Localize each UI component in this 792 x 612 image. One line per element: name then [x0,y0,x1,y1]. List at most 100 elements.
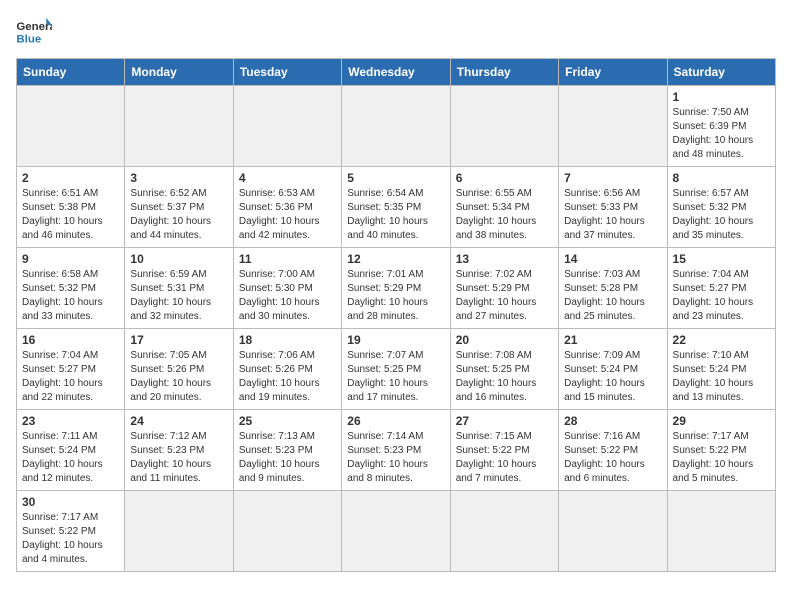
day-info: Sunrise: 7:02 AM Sunset: 5:29 PM Dayligh… [456,268,553,324]
calendar-cell [450,491,558,572]
calendar-cell: 4Sunrise: 6:53 AM Sunset: 5:36 PM Daylig… [233,167,341,248]
day-info: Sunrise: 6:58 AM Sunset: 5:32 PM Dayligh… [22,268,119,324]
calendar-cell: 25 Sunrise: 7:13 AM Sunset: 5:23 PM Dayli… [233,410,341,491]
calendar-week-row: 1Sunrise: 7:50 AM Sunset: 6:39 PM Daylig… [17,86,776,167]
calendar-cell [125,86,233,167]
day-number: 11 [239,252,336,266]
day-number: 6 [456,171,553,185]
calendar-week-row: 16 Sunrise: 7:04 AM Sunset: 5:27 PM Dayli… [17,329,776,410]
calendar-cell [17,86,125,167]
day-info: Sunrise: 7:04 AM Sunset: 5:27 PM Dayligh… [673,268,770,324]
day-number: 29 [673,414,770,428]
calendar-cell: 3 Sunrise: 6:52 AM Sunset: 5:37 PM Daylig… [125,167,233,248]
day-number: 30 [22,495,119,509]
day-info: Sunrise: 7:10 AM Sunset: 5:24 PM Dayligh… [673,349,770,405]
day-info: Sunrise: 7:13 AM Sunset: 5:23 PM Dayligh… [239,430,336,486]
day-info: Sunrise: 7:15 AM Sunset: 5:22 PM Dayligh… [456,430,553,486]
calendar-cell: 7 Sunrise: 6:56 AM Sunset: 5:33 PM Daylig… [559,167,667,248]
weekday-header-thursday: Thursday [450,59,558,86]
weekday-header-saturday: Saturday [667,59,775,86]
weekday-header-sunday: Sunday [17,59,125,86]
day-number: 28 [564,414,661,428]
calendar-cell: 27 Sunrise: 7:15 AM Sunset: 5:22 PM Dayli… [450,410,558,491]
calendar-cell: 5 Sunrise: 6:54 AM Sunset: 5:35 PM Daylig… [342,167,450,248]
day-info: Sunrise: 6:59 AM Sunset: 5:31 PM Dayligh… [130,268,227,324]
calendar-cell: 20Sunrise: 7:08 AM Sunset: 5:25 PM Dayli… [450,329,558,410]
calendar-cell: 1Sunrise: 7:50 AM Sunset: 6:39 PM Daylig… [667,86,775,167]
calendar-cell: 8 Sunrise: 6:57 AM Sunset: 5:32 PM Daylig… [667,167,775,248]
day-info: Sunrise: 7:50 AM Sunset: 6:39 PM Dayligh… [673,106,770,162]
calendar-cell: 10 Sunrise: 6:59 AM Sunset: 5:31 PM Dayli… [125,248,233,329]
day-number: 8 [673,171,770,185]
calendar-cell: 2Sunrise: 6:51 AM Sunset: 5:38 PM Daylig… [17,167,125,248]
day-info: Sunrise: 6:52 AM Sunset: 5:37 PM Dayligh… [130,187,227,243]
day-number: 10 [130,252,227,266]
day-number: 16 [22,333,119,347]
day-info: Sunrise: 7:07 AM Sunset: 5:25 PM Dayligh… [347,349,444,405]
day-info: Sunrise: 7:11 AM Sunset: 5:24 PM Dayligh… [22,430,119,486]
header: General Blue [16,16,776,46]
calendar-cell: 9 Sunrise: 6:58 AM Sunset: 5:32 PM Daylig… [17,248,125,329]
day-number: 19 [347,333,444,347]
calendar-cell: 15 Sunrise: 7:04 AM Sunset: 5:27 PM Dayli… [667,248,775,329]
calendar-cell: 26Sunrise: 7:14 AM Sunset: 5:23 PM Dayli… [342,410,450,491]
day-info: Sunrise: 7:12 AM Sunset: 5:23 PM Dayligh… [130,430,227,486]
day-info: Sunrise: 7:04 AM Sunset: 5:27 PM Dayligh… [22,349,119,405]
calendar-cell: 22Sunrise: 7:10 AM Sunset: 5:24 PM Dayli… [667,329,775,410]
calendar-cell [559,491,667,572]
calendar-cell: 30 Sunrise: 7:17 AM Sunset: 5:22 PM Dayli… [17,491,125,572]
day-number: 5 [347,171,444,185]
day-number: 9 [22,252,119,266]
day-info: Sunrise: 7:16 AM Sunset: 5:22 PM Dayligh… [564,430,661,486]
calendar-cell: 21 Sunrise: 7:09 AM Sunset: 5:24 PM Dayli… [559,329,667,410]
day-info: Sunrise: 7:17 AM Sunset: 5:22 PM Dayligh… [673,430,770,486]
calendar-cell [342,491,450,572]
calendar-cell: 23Sunrise: 7:11 AM Sunset: 5:24 PM Dayli… [17,410,125,491]
day-info: Sunrise: 7:05 AM Sunset: 5:26 PM Dayligh… [130,349,227,405]
calendar-cell [450,86,558,167]
calendar-cell: 24Sunrise: 7:12 AM Sunset: 5:23 PM Dayli… [125,410,233,491]
day-number: 7 [564,171,661,185]
svg-text:Blue: Blue [16,33,41,45]
calendar-cell: 11 Sunrise: 7:00 AM Sunset: 5:30 PM Dayli… [233,248,341,329]
calendar-cell: 19 Sunrise: 7:07 AM Sunset: 5:25 PM Dayli… [342,329,450,410]
day-number: 4 [239,171,336,185]
day-info: Sunrise: 7:03 AM Sunset: 5:28 PM Dayligh… [564,268,661,324]
day-number: 27 [456,414,553,428]
calendar-week-row: 30 Sunrise: 7:17 AM Sunset: 5:22 PM Dayli… [17,491,776,572]
day-info: Sunrise: 6:54 AM Sunset: 5:35 PM Dayligh… [347,187,444,243]
calendar-week-row: 23Sunrise: 7:11 AM Sunset: 5:24 PM Dayli… [17,410,776,491]
day-number: 3 [130,171,227,185]
day-info: Sunrise: 6:55 AM Sunset: 5:34 PM Dayligh… [456,187,553,243]
weekday-header-monday: Monday [125,59,233,86]
calendar-cell: 17Sunrise: 7:05 AM Sunset: 5:26 PM Dayli… [125,329,233,410]
calendar-cell: 28 Sunrise: 7:16 AM Sunset: 5:22 PM Dayli… [559,410,667,491]
day-number: 20 [456,333,553,347]
calendar-cell [125,491,233,572]
calendar-week-row: 2Sunrise: 6:51 AM Sunset: 5:38 PM Daylig… [17,167,776,248]
calendar-cell: 16 Sunrise: 7:04 AM Sunset: 5:27 PM Dayli… [17,329,125,410]
day-info: Sunrise: 7:06 AM Sunset: 5:26 PM Dayligh… [239,349,336,405]
calendar-cell [233,491,341,572]
day-number: 18 [239,333,336,347]
calendar-cell [559,86,667,167]
day-number: 25 [239,414,336,428]
logo: General Blue [16,16,52,46]
calendar-cell: 12Sunrise: 7:01 AM Sunset: 5:29 PM Dayli… [342,248,450,329]
day-number: 21 [564,333,661,347]
day-info: Sunrise: 7:17 AM Sunset: 5:22 PM Dayligh… [22,511,119,567]
calendar-cell [233,86,341,167]
day-info: Sunrise: 7:09 AM Sunset: 5:24 PM Dayligh… [564,349,661,405]
calendar-cell [667,491,775,572]
day-info: Sunrise: 6:57 AM Sunset: 5:32 PM Dayligh… [673,187,770,243]
day-info: Sunrise: 6:51 AM Sunset: 5:38 PM Dayligh… [22,187,119,243]
day-info: Sunrise: 7:00 AM Sunset: 5:30 PM Dayligh… [239,268,336,324]
day-info: Sunrise: 7:14 AM Sunset: 5:23 PM Dayligh… [347,430,444,486]
calendar-cell: 18 Sunrise: 7:06 AM Sunset: 5:26 PM Dayli… [233,329,341,410]
generalblue-logo-icon: General Blue [16,16,52,46]
day-info: Sunrise: 6:56 AM Sunset: 5:33 PM Dayligh… [564,187,661,243]
day-number: 15 [673,252,770,266]
day-info: Sunrise: 7:01 AM Sunset: 5:29 PM Dayligh… [347,268,444,324]
calendar-cell: 14Sunrise: 7:03 AM Sunset: 5:28 PM Dayli… [559,248,667,329]
calendar-cell: 29 Sunrise: 7:17 AM Sunset: 5:22 PM Dayli… [667,410,775,491]
